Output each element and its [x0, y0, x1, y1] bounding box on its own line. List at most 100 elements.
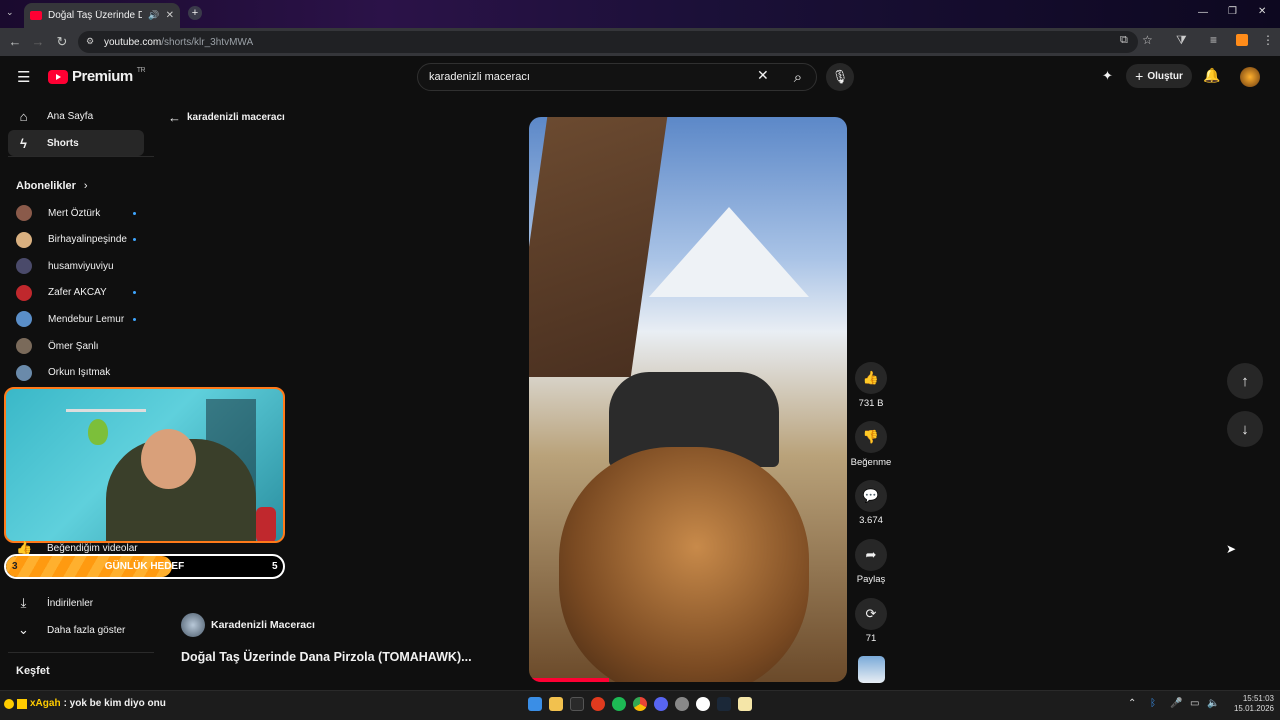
- channel-avatar[interactable]: [181, 613, 205, 637]
- bluetooth-icon[interactable]: ᛒ: [1150, 698, 1156, 709]
- clock-date: 15.01.2026: [1233, 704, 1274, 713]
- plus-icon: +: [1135, 68, 1144, 84]
- search-button-icon[interactable]: ⌕: [780, 64, 816, 90]
- profile-avatar-icon[interactable]: [1236, 34, 1248, 46]
- dislike-label: Beğenme: [850, 457, 892, 468]
- url-field[interactable]: youtube.com/shorts/klr_3htvMWA: [78, 31, 1138, 53]
- voice-search-icon[interactable]: 🎙: [826, 63, 854, 91]
- minimize-icon[interactable]: —: [1198, 7, 1208, 18]
- volume-icon[interactable]: 🔈: [1207, 698, 1219, 709]
- channel-avatar: [16, 338, 32, 354]
- start-menu-icon[interactable]: [528, 697, 542, 711]
- youtube-premium-logo[interactable]: Premium TR: [48, 67, 146, 85]
- sidebar-item-home[interactable]: ⌂ Ana Sayfa: [8, 103, 144, 129]
- subscription-item[interactable]: Zafer AKCAY: [16, 283, 136, 303]
- remix-button[interactable]: ⟳: [855, 598, 887, 630]
- back-icon[interactable]: ←: [7, 34, 23, 49]
- terminal-icon[interactable]: [570, 697, 584, 711]
- logo-country: TR: [136, 67, 146, 74]
- search-value: karadenizli maceracı: [429, 71, 530, 83]
- settings-gear-icon[interactable]: [675, 697, 689, 711]
- browser-menu-icon[interactable]: ⋮: [1262, 33, 1274, 47]
- url-host: youtube.com: [104, 36, 162, 48]
- discord-icon[interactable]: [654, 697, 668, 711]
- sidebar-item-shorts[interactable]: ϟ Shorts: [8, 130, 144, 156]
- media-control-icon[interactable]: ≡: [1210, 33, 1217, 47]
- tab-list-chevron-icon[interactable]: ⌄: [6, 7, 14, 18]
- app-red-icon[interactable]: [591, 697, 605, 711]
- dislike-button[interactable]: 👎: [855, 421, 887, 453]
- next-short-button[interactable]: ↓: [1227, 411, 1263, 447]
- chat-text: : yok be kim diyo onu: [63, 698, 166, 709]
- system-clock[interactable]: 15:51:03 15.01.2026: [1222, 694, 1274, 714]
- share-button[interactable]: ➦: [855, 539, 887, 571]
- cast-icon[interactable]: ⧉: [1120, 34, 1128, 47]
- short-video-player[interactable]: [529, 117, 847, 682]
- chrome-icon[interactable]: [633, 697, 647, 711]
- notes-icon[interactable]: [738, 697, 752, 711]
- shorts-icon: ϟ: [20, 135, 27, 151]
- bookmark-star-icon[interactable]: ☆: [1142, 33, 1153, 47]
- sidebar-item-label: Shorts: [47, 137, 79, 149]
- channel-avatar: [16, 364, 32, 381]
- subscription-name: Zafer AKCAY: [48, 287, 107, 299]
- file-explorer-icon[interactable]: [549, 697, 563, 711]
- chat-message: xAgah : yok be kim diyo onu: [4, 698, 166, 709]
- create-button[interactable]: + Oluştur: [1126, 64, 1192, 88]
- steam-icon[interactable]: [717, 697, 731, 711]
- window-close-icon[interactable]: ✕: [1258, 6, 1266, 17]
- webcam-shelf: [66, 409, 146, 412]
- notifications-bell-icon[interactable]: 🔔: [1203, 67, 1220, 84]
- subscription-name: Mert Öztürk: [48, 207, 101, 219]
- site-info-icon[interactable]: ⚙: [86, 36, 94, 47]
- audio-playing-icon[interactable]: 🔊: [148, 10, 159, 21]
- subscription-item[interactable]: Ömer Şanlı: [16, 336, 136, 356]
- back-to-search-button[interactable]: ← karadenizli maceracı: [168, 110, 285, 125]
- comments-button[interactable]: 💬: [855, 480, 887, 512]
- video-mountain: [649, 207, 809, 297]
- ai-sparkle-icon[interactable]: ✦: [1102, 68, 1113, 84]
- webcam-face: [141, 429, 196, 489]
- forward-icon[interactable]: →: [30, 34, 46, 49]
- spotify-icon[interactable]: [612, 697, 626, 711]
- obs-icon[interactable]: [696, 697, 710, 711]
- extensions-icon[interactable]: ⧩: [1176, 33, 1187, 48]
- sound-thumbnail[interactable]: [858, 656, 885, 683]
- video-arm: [529, 117, 668, 377]
- tray-chevron-up-icon[interactable]: ⌃: [1128, 698, 1136, 709]
- subscriptions-header[interactable]: Abonelikler ›: [16, 180, 88, 192]
- chat-sub-badge-icon: [17, 698, 27, 709]
- tab-close-icon[interactable]: ✕: [166, 10, 174, 21]
- reload-icon[interactable]: ↻: [54, 34, 70, 50]
- sidebar-item-show-more[interactable]: ⌄ Daha fazla göster: [8, 617, 144, 643]
- goal-target: 5: [272, 561, 278, 572]
- subscription-item[interactable]: Birhayalinpeşinde: [16, 230, 136, 250]
- subscription-name: husamviyuviyu: [48, 260, 114, 272]
- new-tab-button[interactable]: +: [188, 6, 202, 20]
- subscription-item[interactable]: Mendebur Lemur: [16, 309, 136, 329]
- chevron-down-icon: ⌄: [18, 622, 29, 637]
- subscription-item[interactable]: Mert Öztürk: [16, 203, 136, 223]
- chat-username: xAgah: [30, 698, 61, 709]
- network-icon[interactable]: ▭: [1190, 698, 1199, 709]
- url-path: /shorts/klr_3htvMWA: [161, 36, 254, 48]
- microphone-icon[interactable]: 🎤: [1170, 698, 1182, 709]
- video-progress-bar[interactable]: [529, 678, 609, 682]
- like-count: 731 B: [858, 398, 884, 409]
- short-title: Doğal Taş Üzerinde Dana Pirzola (TOMAHAW…: [181, 650, 472, 664]
- hamburger-menu-icon[interactable]: ☰: [17, 68, 30, 86]
- subscription-item[interactable]: husamviyuviyu: [16, 256, 136, 276]
- sidebar-item-label: Daha fazla göster: [47, 624, 126, 636]
- restore-icon[interactable]: ❐: [1228, 6, 1237, 17]
- sidebar-item-downloads[interactable]: ⤓ İndirilenler: [8, 590, 144, 616]
- clear-search-icon[interactable]: ✕: [757, 67, 769, 84]
- previous-short-button[interactable]: ↑: [1227, 363, 1263, 399]
- browser-tab-active[interactable]: Doğal Taş Üzerinde Dana P 🔊 ✕: [24, 3, 180, 28]
- remix-count: 71: [865, 633, 877, 644]
- like-button[interactable]: 👍: [855, 362, 887, 394]
- channel-name[interactable]: Karadenizli Maceracı: [211, 619, 315, 631]
- subscription-item[interactable]: Orkun Işıtmak: [16, 363, 136, 383]
- channel-avatar: [16, 205, 32, 221]
- arrow-left-icon: ←: [168, 110, 181, 125]
- account-avatar[interactable]: [1240, 67, 1260, 87]
